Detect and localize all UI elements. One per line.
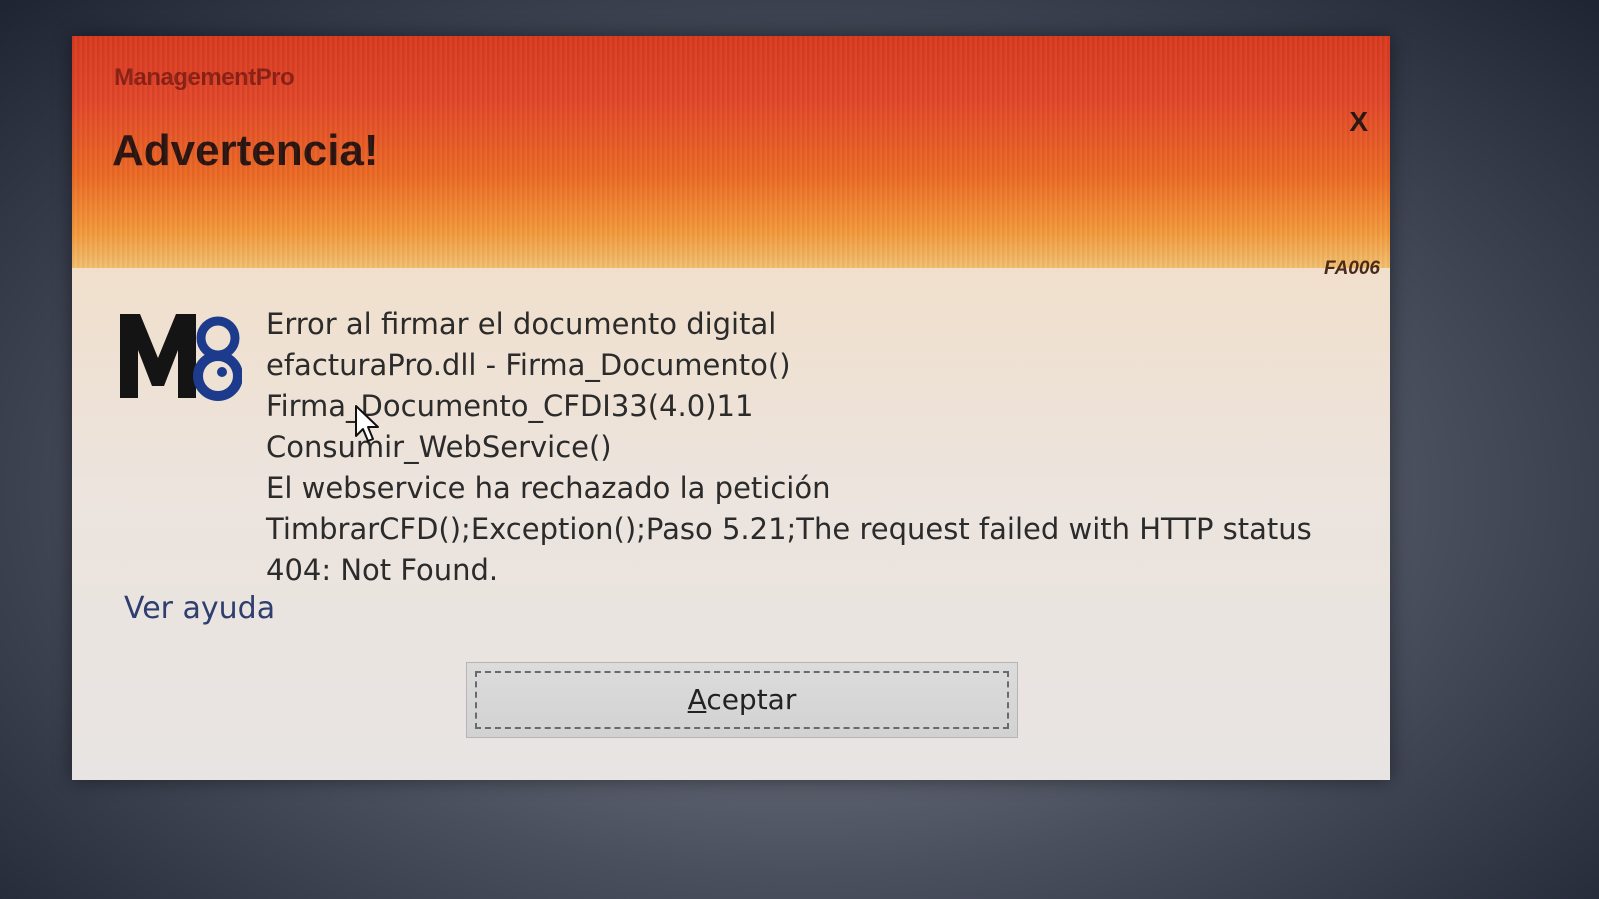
accept-button-label: Aceptar xyxy=(687,683,797,716)
message-line: Error al firmar el documento digital xyxy=(266,307,777,341)
message-line: Consumir_WebService() xyxy=(266,430,612,464)
dialog-header: ManagementPro Advertencia! X xyxy=(72,36,1390,268)
error-code: FA006 xyxy=(1324,258,1380,279)
error-message: Error al firmar el documento digital efa… xyxy=(266,304,1326,591)
message-line: El webservice ha rechazado la petición xyxy=(266,471,831,505)
message-line: TimbrarCFD();Exception();Paso 5.21;The r… xyxy=(266,512,1312,546)
help-link[interactable]: Ver ayuda xyxy=(124,591,275,626)
close-button[interactable]: X xyxy=(1349,106,1368,138)
app-logo-icon: M8 xyxy=(120,314,242,401)
dialog-title: Advertencia! xyxy=(112,126,379,175)
warning-dialog: ManagementPro Advertencia! X FA006 M8 Er… xyxy=(72,36,1390,780)
mouse-cursor-icon xyxy=(355,405,379,442)
message-line: efacturaPro.dll - Firma_Documento() xyxy=(266,348,791,382)
app-name: ManagementPro xyxy=(114,64,295,91)
message-line: Firma_Documento_CFDI33(4.0)11 xyxy=(266,389,754,423)
message-line: 404: Not Found. xyxy=(266,553,499,587)
accept-button[interactable]: Aceptar xyxy=(466,662,1018,738)
